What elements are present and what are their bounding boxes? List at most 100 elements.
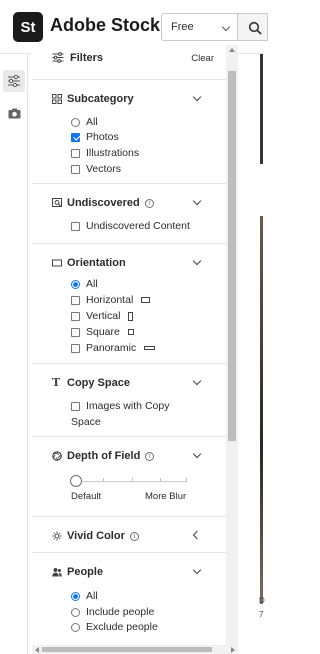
checkbox[interactable] [71,327,80,337]
clear-filters-button[interactable]: Clear [191,53,214,64]
option-label: All [86,278,98,290]
undiscovered-section: Undiscovered i Undiscovered Content [32,183,226,243]
scroll-up-arrow-icon[interactable] [229,48,235,52]
chevron-down-icon [221,22,231,32]
checkbox[interactable] [71,132,80,142]
horizontal-scrollbar-thumb[interactable] [42,647,212,652]
radio-button[interactable] [71,607,80,617]
radio-button[interactable] [71,279,80,289]
undiscovered-header[interactable]: Undiscovered i [52,196,154,210]
depth-of-field-slider-handle[interactable] [70,475,82,487]
orientation-option-panoramic[interactable]: Panoramic [71,341,156,355]
checkbox[interactable] [71,295,80,305]
subcategory-title: Subcategory [67,93,134,105]
horizontal-scrollbar[interactable] [32,645,238,654]
subcategory-option-photos[interactable]: Photos [71,130,119,144]
info-icon[interactable]: i [144,198,154,208]
chevron-left-icon[interactable] [192,530,202,540]
radio-button[interactable] [71,622,80,632]
chevron-down-icon[interactable] [192,256,202,266]
vivid-color-section: Vivid Color i [32,516,226,552]
people-section: People All Include people Exclude people [32,552,226,654]
option-label: Photos [86,131,119,143]
checkbox[interactable] [71,343,80,353]
search-button[interactable] [238,13,268,41]
info-icon[interactable]: i [129,531,139,541]
filter-panel-scrollbar[interactable] [226,45,238,654]
text-t-icon: T [52,376,61,389]
scroll-right-arrow-icon[interactable] [231,647,235,653]
people-header[interactable]: People [52,565,103,579]
filters-toggle-button[interactable] [3,70,25,92]
chevron-down-icon[interactable] [192,196,202,206]
chevron-down-icon[interactable] [192,449,202,459]
slider-tick [186,478,187,481]
result-thumbnail[interactable] [260,216,263,604]
info-icon[interactable]: i [145,451,155,461]
option-label: Exclude people [86,621,158,633]
option-label: Square [86,326,120,338]
license-select[interactable]: Free [161,13,238,41]
subcategory-option-vectors[interactable]: Vectors [71,162,121,176]
filters-sliders-icon [52,52,64,63]
subcategory-header[interactable]: Subcategory [52,92,134,106]
filters-sliders-icon [8,75,20,87]
copy-space-section: T Copy Space Images with Copy Space [32,363,226,436]
sun-icon [52,531,62,541]
chevron-down-icon[interactable] [192,376,202,386]
camera-icon [8,108,20,118]
orientation-section: Orientation All Horizontal Vertical Squa… [32,243,226,363]
search-icon [248,21,262,35]
app-title[interactable]: Adobe Stock [50,15,160,36]
square-shape-icon [127,329,134,335]
checkbox[interactable] [71,148,80,158]
depth-of-field-header[interactable]: Depth of Field i [52,449,155,463]
chevron-down-icon[interactable] [192,565,202,575]
people-option-include[interactable]: Include people [71,605,154,619]
orientation-option-square[interactable]: Square [71,325,134,339]
result-caption-fragment: D [259,596,265,605]
copy-space-option-images-line2[interactable]: Space [71,415,101,429]
undiscovered-title: Undiscovered [67,197,140,209]
option-label: Illustrations [86,147,140,159]
scrollbar-thumb[interactable] [228,71,236,441]
checkbox[interactable] [71,221,80,231]
filter-panel-header: Filters Clear [32,45,226,71]
radio-button[interactable] [71,591,80,601]
option-label: All [86,116,98,128]
copy-space-option-images[interactable]: Images with Copy [71,399,169,413]
people-option-all[interactable]: All [71,589,98,603]
depth-of-field-title: Depth of Field [67,450,141,462]
orientation-option-horizontal[interactable]: Horizontal [71,293,151,307]
people-option-exclude[interactable]: Exclude people [71,620,158,634]
checkbox[interactable] [71,164,80,174]
option-label: Images with Copy [86,400,170,412]
depth-of-field-slider-track[interactable] [77,481,187,482]
grid-icon [52,94,62,104]
aperture-icon [52,451,62,461]
depth-of-field-section: Depth of Field i Default More Blur [32,436,226,516]
orientation-title: Orientation [67,257,126,269]
subcategory-option-illustrations[interactable]: Illustrations [71,146,139,160]
left-rail [0,54,28,654]
undiscovered-option-content[interactable]: Undiscovered Content [71,219,190,233]
orientation-option-vertical[interactable]: Vertical [71,309,134,323]
people-title: People [67,566,104,578]
filters-title: Filters [70,52,104,64]
slider-max-label: More Blur [145,491,187,502]
checkbox[interactable] [71,401,80,411]
vivid-color-header[interactable]: Vivid Color i [52,529,139,543]
chevron-down-icon[interactable] [192,92,202,102]
adobe-stock-logo[interactable]: St [13,12,43,42]
license-select-value: Free [171,21,194,33]
subcategory-section: Subcategory All Photos Illustrations Vec… [32,79,226,183]
subcategory-option-all[interactable]: All [71,115,98,129]
result-thumbnail[interactable] [260,54,263,164]
orientation-option-all[interactable]: All [71,277,98,291]
visual-search-button[interactable] [3,102,25,124]
orientation-header[interactable]: Orientation [52,256,126,270]
scroll-left-arrow-icon[interactable] [35,647,39,653]
checkbox[interactable] [71,311,80,321]
radio-button[interactable] [71,117,80,127]
copy-space-header[interactable]: T Copy Space [52,376,130,390]
